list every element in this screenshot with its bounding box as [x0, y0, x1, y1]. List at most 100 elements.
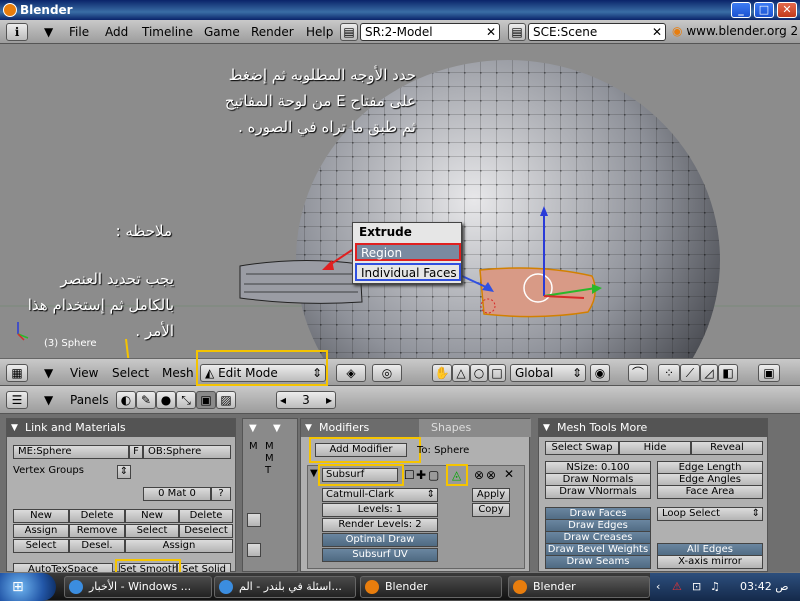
delete-scene-icon[interactable]: ✕	[652, 24, 662, 40]
occlude-geometry-icon[interactable]: ◧	[718, 364, 738, 382]
collapse-menu-icon[interactable]: ▼	[44, 393, 53, 407]
vgroup-delete-button[interactable]: Delete	[69, 509, 125, 523]
minimize-button[interactable]: _	[731, 2, 751, 18]
render-levels-field[interactable]: Render Levels: 2	[322, 518, 438, 532]
taskbar-item-blender-2[interactable]: Blender	[508, 576, 650, 598]
subsurf-uv-toggle[interactable]: Subsurf UV	[322, 548, 438, 562]
extrude-option-region[interactable]: Region	[355, 243, 461, 261]
editmode-toggle-icon[interactable]: ▢	[428, 468, 439, 482]
draw-seams-toggle[interactable]: Draw Seams	[545, 555, 651, 569]
material-new-button[interactable]: New	[125, 509, 179, 523]
translate-icon[interactable]: △	[452, 364, 470, 382]
vgroup-select-button[interactable]: Select	[13, 539, 69, 553]
levels-field[interactable]: Levels: 1	[322, 503, 438, 517]
proportional-edit-icon[interactable]: ◉	[590, 364, 610, 382]
start-button[interactable]: ⊞	[0, 573, 56, 601]
editor-type-grid-icon[interactable]: ▦	[6, 364, 28, 382]
collapse-menu-icon[interactable]: ▼	[44, 25, 53, 39]
menu-render[interactable]: Render	[251, 25, 294, 39]
pivot-icon[interactable]: ◎	[372, 364, 402, 382]
menu-game[interactable]: Game	[204, 25, 240, 39]
scale-icon[interactable]: □	[488, 364, 506, 382]
object-context-icon[interactable]: ⤡	[176, 391, 196, 409]
vertex-select-icon[interactable]: ⁘	[658, 364, 680, 382]
material-deselect-button[interactable]: Deselect	[179, 524, 233, 538]
close-button[interactable]: ✕	[777, 2, 797, 18]
material-select-button[interactable]: Select	[125, 524, 179, 538]
realtime-toggle-icon[interactable]: ☐	[404, 468, 415, 482]
tray-chevron-icon[interactable]: ‹	[656, 573, 660, 601]
network-icon[interactable]: ⊡	[692, 573, 701, 601]
render-icon[interactable]: ▣	[758, 364, 780, 382]
x-axis-mirror-toggle[interactable]: X-axis mirror	[657, 555, 763, 569]
extrude-option-individual-faces[interactable]: Individual Faces	[355, 263, 461, 281]
volume-icon[interactable]: ♫	[710, 573, 720, 601]
collapse-modifier-icon[interactable]: ▼	[310, 468, 318, 479]
menu-add[interactable]: Add	[105, 25, 128, 39]
vgroup-new-button[interactable]: New	[13, 509, 69, 523]
object-name-field[interactable]: OB:Sphere	[143, 445, 231, 459]
vgroup-assign-button[interactable]: Assign	[13, 524, 69, 538]
maximize-button[interactable]: □	[754, 2, 774, 18]
menu-mesh[interactable]: Mesh	[162, 366, 194, 380]
optimal-draw-toggle[interactable]: Optimal Draw	[322, 533, 438, 547]
taskbar-item-blender-1[interactable]: Blender	[360, 576, 502, 598]
taskbar-item-news[interactable]: الأخبار - Windows ...	[64, 576, 212, 598]
editing-context-icon[interactable]: ▣	[196, 391, 216, 409]
shading-context-icon[interactable]: ●	[156, 391, 176, 409]
3d-viewport[interactable]: حدد الأوجه المطلوبه ثم إضغط على مفتاح E …	[0, 44, 800, 358]
select-swap-button[interactable]: Select Swap	[545, 441, 619, 455]
manipulator-hand-icon[interactable]: ✋	[432, 364, 452, 382]
hide-button[interactable]: Hide	[619, 441, 691, 455]
scene-browse-button[interactable]: ▤	[508, 23, 526, 41]
material-index-field[interactable]: 0 Mat 0	[143, 487, 211, 501]
script-context-icon[interactable]: ✎	[136, 391, 156, 409]
face-area-toggle[interactable]: Face Area	[657, 485, 763, 499]
link-materials-title[interactable]: Link and Materials	[7, 419, 235, 437]
remove-modifier-icon[interactable]: ✕	[504, 467, 514, 481]
vgroup-remove-button[interactable]: Remove	[69, 524, 125, 538]
mesh-name-field[interactable]: ME:Sphere	[13, 445, 129, 459]
tab-modifiers[interactable]: Modifiers	[301, 419, 419, 437]
snap-icon[interactable]: ⌒	[628, 364, 648, 382]
move-up-icon[interactable]: ⊗	[474, 468, 484, 482]
clock[interactable]: 03:42 ص	[740, 573, 789, 601]
editor-type-icon[interactable]: ☰	[6, 391, 28, 409]
screen-selector[interactable]: SR:2-Model ✕	[360, 23, 500, 41]
copy-button[interactable]: Copy	[472, 503, 510, 517]
render-toggle-icon[interactable]: ✚	[416, 468, 426, 482]
material-assign-button[interactable]: Assign	[125, 539, 233, 553]
menu-panels[interactable]: Panels	[70, 393, 109, 407]
network-warning-icon[interactable]: ⚠	[672, 573, 682, 601]
mesh-tools-more-title[interactable]: Mesh Tools More	[539, 419, 767, 437]
apply-button[interactable]: Apply	[472, 488, 510, 502]
edge-select-icon[interactable]: ⟋	[680, 364, 700, 382]
menu-view[interactable]: View	[70, 366, 98, 380]
scene-selector[interactable]: SCE:Scene ✕	[528, 23, 666, 41]
orientation-selector[interactable]: Global ⇕	[510, 364, 586, 382]
loop-select-menu[interactable]: Loop Select ⇕	[657, 507, 763, 521]
fake-user-button[interactable]: F	[129, 445, 143, 459]
blender-org-link[interactable]: ◉ www.blender.org 2	[672, 24, 798, 38]
subsurf-type-select[interactable]: Catmull-Clark ⇕	[322, 488, 438, 502]
frame-number-field[interactable]: ◂ 3 ▸	[276, 391, 336, 409]
material-delete-button[interactable]: Delete	[179, 509, 233, 523]
menu-file[interactable]: File	[69, 25, 89, 39]
vgroup-deselect-button[interactable]: Desel.	[69, 539, 125, 553]
move-down-icon[interactable]: ⊗	[486, 468, 496, 482]
draw-vnormals-toggle[interactable]: Draw VNormals	[545, 485, 651, 499]
collapse-menu-icon[interactable]: ▼	[44, 366, 53, 380]
reveal-button[interactable]: Reveal	[691, 441, 763, 455]
vertex-groups-menu-button[interactable]: ⇕	[117, 465, 131, 479]
window-type-icon[interactable]: ℹ	[6, 23, 28, 41]
logic-context-icon[interactable]: ◐	[116, 391, 136, 409]
menu-help[interactable]: Help	[306, 25, 333, 39]
menu-select[interactable]: Select	[112, 366, 149, 380]
rotate-icon[interactable]: ○	[470, 364, 488, 382]
scene-context-icon[interactable]: ▨	[216, 391, 236, 409]
taskbar-item-forum[interactable]: اسئلة في بلندر - الم...	[214, 576, 356, 598]
tab-shapes[interactable]: Shapes	[419, 419, 531, 437]
menu-timeline[interactable]: Timeline	[142, 25, 193, 39]
draw-type-icon[interactable]: ◈	[336, 364, 366, 382]
screen-browse-button[interactable]: ▤	[340, 23, 358, 41]
